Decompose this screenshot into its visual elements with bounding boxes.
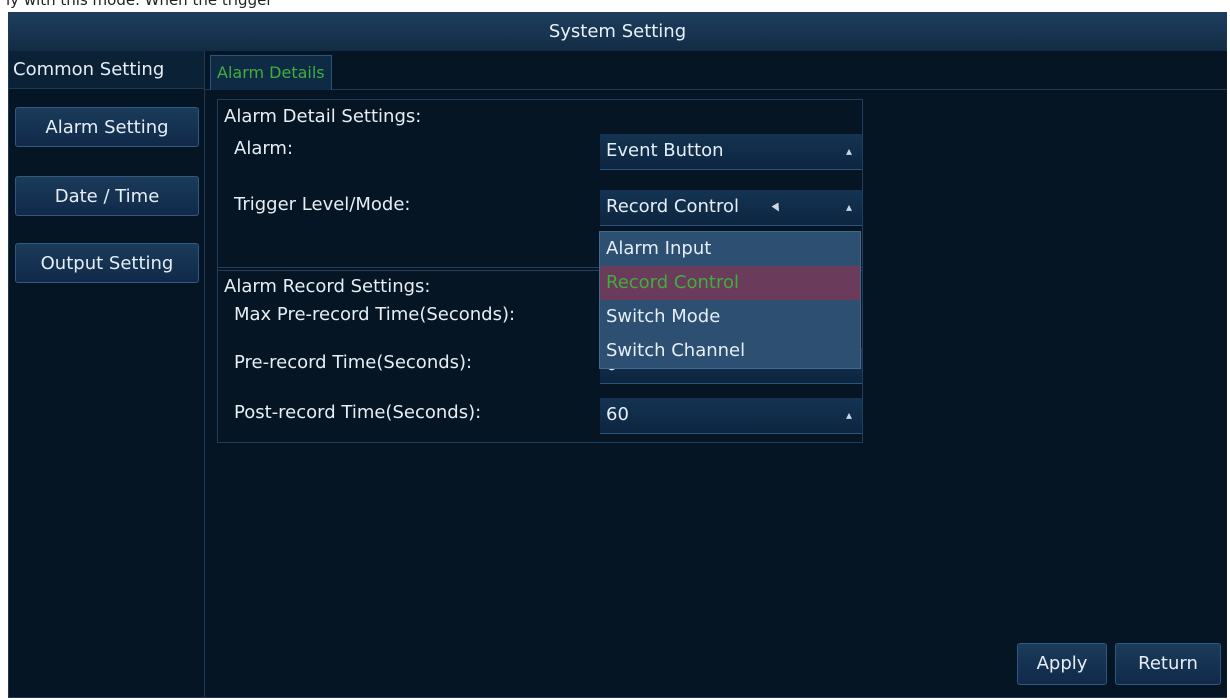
- spin-arrow-icon: ▴: [845, 200, 852, 214]
- alarm-select[interactable]: Event Button ▴: [600, 134, 862, 170]
- dropdown-option-record-control[interactable]: Record Control: [600, 266, 860, 300]
- alarm-label: Alarm:: [234, 138, 294, 159]
- tab-bar: Alarm Details: [205, 51, 1227, 90]
- sidebar-item-date-time[interactable]: Date / Time: [15, 176, 199, 216]
- dropdown-option-alarm-input[interactable]: Alarm Input: [600, 232, 860, 266]
- window-title: System Setting: [9, 13, 1226, 52]
- sidebar-item-common-setting[interactable]: Common Setting: [9, 51, 204, 89]
- alarm-select-value: Event Button: [606, 140, 724, 161]
- trigger-mode-dropdown: Alarm Input Record Control Switch Mode S…: [599, 231, 861, 369]
- dropdown-option-switch-channel[interactable]: Switch Channel: [600, 334, 860, 368]
- post-record-select[interactable]: 60 ▴: [600, 398, 862, 434]
- sidebar-item-alarm-setting[interactable]: Alarm Setting: [15, 107, 199, 147]
- sidebar: Common Setting Alarm Setting Date / Time…: [9, 51, 204, 697]
- return-button[interactable]: Return: [1115, 643, 1221, 685]
- post-record-label: Post-record Time(Seconds):: [234, 402, 482, 423]
- pre-record-label: Pre-record Time(Seconds):: [234, 352, 473, 373]
- tab-alarm-details[interactable]: Alarm Details: [210, 55, 332, 90]
- background-page-text-line: ly with this mode. When the trigger: [6, 0, 273, 9]
- dropdown-option-switch-mode[interactable]: Switch Mode: [600, 300, 860, 334]
- post-record-value: 60: [606, 404, 629, 425]
- alarm-detail-heading: Alarm Detail Settings:: [224, 106, 422, 127]
- trigger-mode-select[interactable]: Record Control ▴: [600, 190, 862, 226]
- spin-arrow-icon: ▴: [845, 408, 852, 422]
- trigger-mode-label: Trigger Level/Mode:: [234, 194, 411, 215]
- background-page-text: ly with this mode. When the trigger: [0, 0, 1230, 12]
- sidebar-item-output-setting[interactable]: Output Setting: [15, 243, 199, 283]
- max-pre-record-label: Max Pre-record Time(Seconds):: [234, 304, 516, 325]
- apply-button[interactable]: Apply: [1017, 643, 1107, 685]
- alarm-record-heading: Alarm Record Settings:: [224, 276, 431, 297]
- main-panel: Alarm Details Alarm Detail Settings: Ala…: [204, 51, 1227, 697]
- spin-arrow-icon: ▴: [845, 144, 852, 158]
- trigger-mode-select-value: Record Control: [606, 196, 739, 217]
- system-setting-window: System Setting Common Setting Alarm Sett…: [8, 12, 1227, 698]
